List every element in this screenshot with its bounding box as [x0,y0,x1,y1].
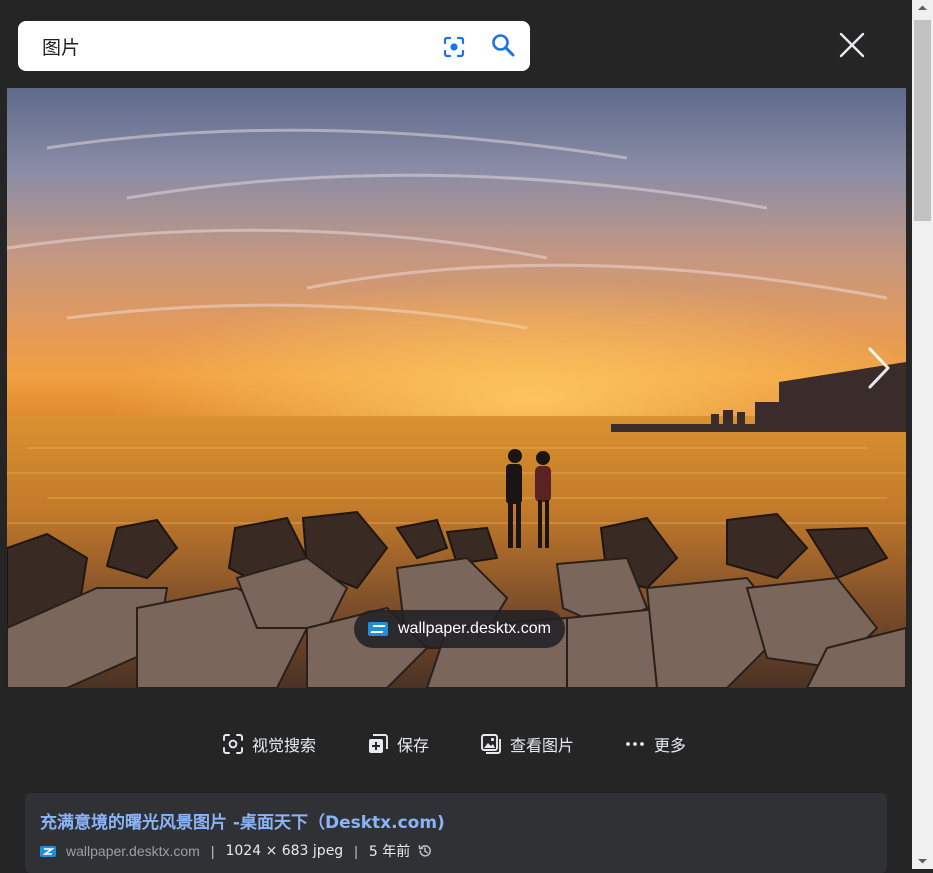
result-age: 5 年前 [368,844,411,860]
scroll-up-arrow-icon[interactable] [912,0,933,17]
history-icon [418,845,432,857]
source-domain: wallpaper.desktx.com [398,620,551,637]
result-title-link[interactable]: 充满意境的曙光风景图片 -桌面天下（Desktx.com) [40,808,445,833]
search-bar [18,21,530,71]
chevron-right-icon[interactable] [860,345,900,391]
meta-separator: | [354,843,358,859]
close-icon[interactable] [836,29,868,61]
result-meta: wallpaper.desktx.com | 1024 × 683 jpeg |… [40,842,432,860]
meta-separator: | [210,843,215,859]
visual-search-button[interactable]: 视觉搜索 [222,731,316,757]
search-input[interactable] [42,33,422,59]
site-favicon-icon [40,845,56,857]
site-favicon-icon [368,622,388,636]
save-button[interactable]: 保存 [367,731,429,757]
more-button[interactable]: 更多 [624,731,686,757]
scrollbar[interactable] [912,0,933,869]
preview-image[interactable]: wallpaper.desktx.com [7,88,906,688]
scroll-down-arrow-icon[interactable] [912,852,933,869]
lens-icon [223,734,243,754]
view-image-label: 查看图片 [510,736,575,755]
more-icon [626,742,644,746]
lens-icon[interactable] [442,35,466,59]
view-image-button[interactable]: 查看图片 [480,731,574,757]
result-domain-link[interactable]: wallpaper.desktx.com [66,843,200,859]
sunset-scene-illustration [7,128,906,688]
save-icon [369,734,388,753]
action-bar: 视觉搜索 保存 查看图片 更多 [0,731,912,757]
view-image-icon [481,734,501,754]
visual-search-label: 视觉搜索 [252,736,317,755]
save-label: 保存 [397,736,430,755]
scroll-thumb[interactable] [914,20,931,221]
search-icon[interactable] [490,32,516,58]
image-dimensions: 1024 × 683 jpeg [225,843,344,859]
source-link-pill[interactable]: wallpaper.desktx.com [354,610,565,648]
result-card: 充满意境的曙光风景图片 -桌面天下（Desktx.com) wallpaper.… [25,793,887,873]
more-label: 更多 [654,736,687,755]
